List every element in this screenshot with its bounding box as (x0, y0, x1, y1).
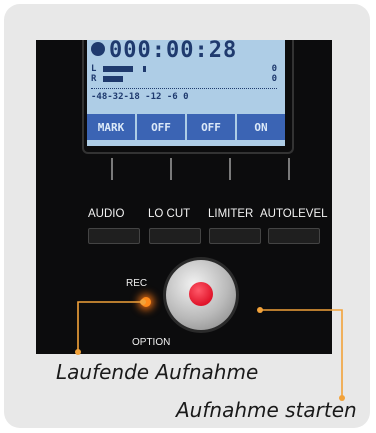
leader-end-dot (75, 349, 81, 355)
caption-rec-indicator: Laufende Aufnahme (56, 360, 259, 384)
leader-start-dot (140, 299, 146, 305)
rec-indicator-leader (77, 301, 143, 352)
record-button-leader (260, 309, 343, 398)
leader-start-dot (257, 307, 263, 313)
caption-record-button: Aufnahme starten (176, 398, 357, 422)
